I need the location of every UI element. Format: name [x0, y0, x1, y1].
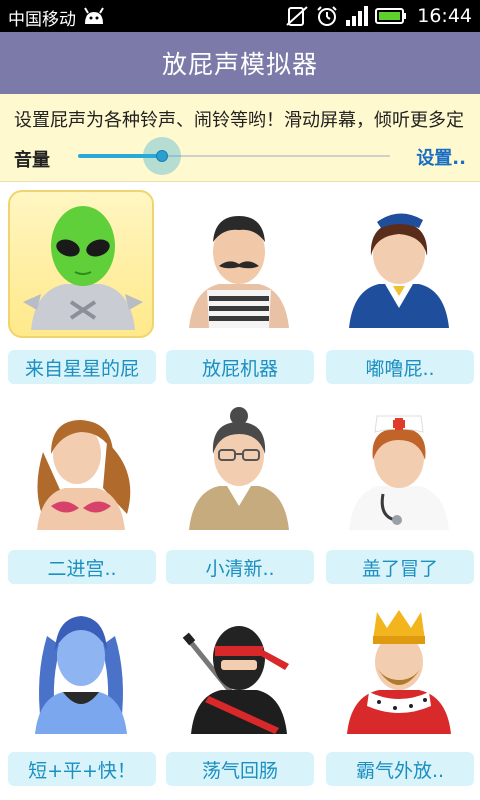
sound-label: 荡气回肠: [166, 752, 314, 786]
avatar-selected-highlight: [8, 190, 154, 338]
status-icons: 16:44: [285, 4, 472, 28]
carrier-name: 中国移动: [8, 10, 76, 30]
status-bar: 中国移动 16:44: [0, 0, 480, 32]
avatar-frame: [326, 392, 472, 540]
avatar-frame: [166, 596, 312, 744]
sound-label: 放屁机器: [166, 350, 314, 384]
app-title: 放屁声模拟器: [161, 50, 318, 79]
sound-label: 小清新..: [166, 550, 314, 584]
alarm-icon: [317, 6, 337, 26]
avatar-frame: [166, 190, 312, 338]
signal-icon: [346, 6, 369, 26]
slider-thumb[interactable]: [156, 150, 168, 162]
avatar-frame: [8, 596, 154, 744]
volume-slider[interactable]: [78, 136, 390, 176]
flight-attendant-icon: [349, 213, 449, 328]
avatar-frame: [326, 596, 472, 744]
ninja-icon: [182, 626, 289, 734]
settings-link[interactable]: 设置..: [416, 144, 466, 170]
sound-label: 短+平+快！: [8, 752, 156, 786]
avatar-frame: [8, 392, 154, 540]
avatar-frame: [326, 190, 472, 338]
marquee-tip: 设置屁声为各种铃声、闹铃等哟！滑动屏幕，倾听更多定: [14, 110, 464, 131]
glasses-woman-icon: [189, 407, 289, 530]
mermaid-woman-icon: [37, 420, 131, 530]
title-bar: 放屁声模拟器: [0, 32, 480, 94]
android-icon: [84, 7, 104, 24]
avatar-frame: [166, 392, 312, 540]
sound-label: 霸气外放..: [326, 752, 474, 786]
sound-label: 嘟噜屁..: [326, 350, 474, 384]
king-icon: [347, 610, 451, 734]
sound-label: 来自星星的屁: [8, 350, 156, 384]
avatar-woman-icon: [35, 616, 127, 734]
battery-icon: [375, 8, 407, 24]
mustache-man-icon: [189, 216, 289, 328]
sound-label: 盖了冒了: [326, 550, 474, 584]
nurse-icon: [349, 415, 449, 530]
volume-label: 音量: [14, 150, 50, 171]
mute-icon: [286, 6, 308, 26]
sound-label: 二进宫..: [8, 550, 156, 584]
alien-icon: [23, 206, 143, 330]
status-time: 16:44: [417, 5, 472, 27]
